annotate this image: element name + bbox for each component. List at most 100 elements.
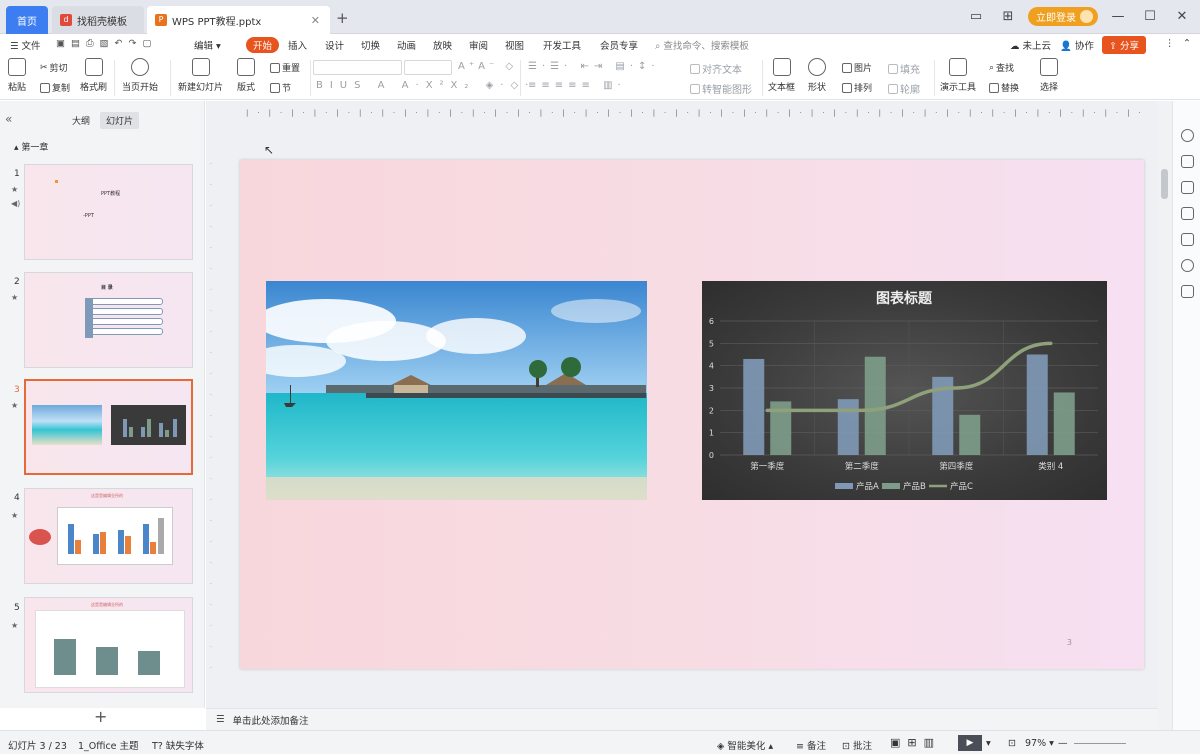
font-size-select[interactable] [404, 60, 452, 75]
menu-transition[interactable]: 切换 [361, 38, 380, 52]
close-tab-icon[interactable]: ✕ [311, 14, 320, 27]
slide-thumbnail-4[interactable]: 这是是编辑业所的 [24, 488, 193, 584]
arrange-button[interactable]: 排列 [842, 81, 872, 94]
slideshow-dropdown[interactable]: ▾ [986, 738, 991, 749]
tab-outline[interactable]: 大纲 [66, 112, 96, 129]
design-icon[interactable] [1181, 129, 1194, 142]
zoom-out-button[interactable]: — [1058, 738, 1068, 749]
tab-home[interactable]: 首页 [6, 6, 48, 34]
font-size-buttons[interactable]: A⁺A⁻ ◇ [458, 61, 517, 72]
menu-animation[interactable]: 动画 [397, 38, 416, 52]
slide-thumbnail-3[interactable] [24, 379, 193, 475]
menu-member[interactable]: 会员专享 [600, 38, 638, 52]
property-icon[interactable] [1181, 155, 1194, 168]
close-window-icon[interactable]: ✕ [1170, 9, 1194, 24]
beach-photo-art [266, 281, 647, 500]
view-mode-icons[interactable]: ▣⊞▥ [890, 736, 941, 749]
legend-label: 产品C [950, 481, 973, 492]
tab-slides[interactable]: 幻灯片 [100, 112, 140, 129]
menu-slideshow[interactable]: 放映 [433, 38, 452, 52]
list-buttons[interactable]: ☰·☰· ⇤⇥ ▤·↕· [528, 61, 660, 72]
textbox-button[interactable]: 文本框 [768, 58, 795, 93]
menu-insert[interactable]: 插入 [288, 38, 307, 52]
horizontal-ruler[interactable]: | · | · | · | · | · | · | · | · | · | · | · | · | · | · | · | · | · | · | · | ·… [242, 106, 1142, 120]
cut-button[interactable]: ✂ 剪切 [40, 61, 68, 75]
fit-window-icon[interactable]: ⊡ [1008, 738, 1016, 749]
menu-view[interactable]: 视图 [505, 38, 524, 52]
menu-design[interactable]: 设计 [325, 38, 344, 52]
zoom-slider[interactable] [1074, 743, 1126, 744]
format-painter-button[interactable]: 格式刷 [80, 58, 107, 93]
collapse-panel-icon[interactable]: « [5, 112, 12, 126]
play-slideshow-icon[interactable]: ▶ [958, 735, 982, 751]
menu-developer[interactable]: 开发工具 [543, 38, 581, 52]
book-icon[interactable] [1181, 285, 1194, 298]
reset-button[interactable]: 重置 [270, 61, 300, 74]
notes-toggle[interactable]: ≡ 备注 [796, 738, 826, 752]
new-tab-button[interactable]: + [336, 9, 349, 27]
slide-thumbnail-5[interactable]: 这是是编辑业所的 [24, 597, 193, 693]
menu-review[interactable]: 审阅 [469, 38, 488, 52]
login-button[interactable]: 立即登录 [1028, 6, 1098, 26]
tab-template[interactable]: d 找稻壳模板 [52, 6, 144, 34]
align-text-button[interactable]: 对齐文本 [690, 61, 742, 76]
beautify-button[interactable]: ◈ 智能美化 ▴ [717, 738, 773, 752]
add-slide-button[interactable]: + [94, 707, 107, 726]
scroll-thumb[interactable] [1161, 169, 1168, 199]
animation-star-icon: ★ [11, 185, 19, 194]
maximize-icon[interactable]: ☐ [1138, 9, 1162, 24]
zoom-level[interactable]: 97% ▾ [1025, 738, 1054, 749]
fill-button[interactable]: 填充 [888, 61, 920, 76]
paste-button[interactable]: 粘贴 [8, 58, 26, 93]
smartart-button[interactable]: 转智能图形 [690, 81, 752, 96]
minimize-icon[interactable]: — [1106, 9, 1130, 24]
theme-name[interactable]: 1_Office 主题 [78, 738, 139, 752]
cloud-status[interactable]: ☁ 未上云 [1010, 38, 1051, 52]
vertical-scrollbar[interactable] [1158, 101, 1172, 730]
tab-document[interactable]: P WPS PPT教程.pptx ✕ [147, 6, 330, 34]
file-menu[interactable]: ☰ 文件 [10, 38, 41, 52]
slide-canvas[interactable]: 图表标题 0 1 2 3 4 5 6 第一季度 第二季度 第四季度 类别 4 产品A 产品B 产品C 3 [240, 160, 1144, 669]
comments-toggle[interactable]: ⊡ 批注 [842, 738, 872, 752]
vertical-ruler[interactable]: ······························ [210, 161, 220, 681]
combo-chart[interactable]: 图表标题 0 1 2 3 4 5 6 第一季度 第二季度 第四季度 类别 4 产品A 产品B 产品C [702, 281, 1107, 500]
backup-icon[interactable] [1181, 233, 1194, 246]
animation-icon[interactable] [1181, 181, 1194, 194]
missing-fonts-button[interactable]: T? 缺失字体 [152, 738, 204, 752]
apps-grid-icon[interactable]: ⊞ [996, 9, 1020, 24]
select-button[interactable]: 选择 [1040, 58, 1058, 93]
replace-button[interactable]: 替换 [989, 81, 1019, 94]
copy-button[interactable]: 复制 [40, 81, 70, 94]
more-icon[interactable]: ⋮ [1165, 38, 1175, 49]
menu-start[interactable]: 开始 [246, 37, 280, 53]
shape-button[interactable]: 形状 [808, 58, 826, 93]
picture-button[interactable]: 图片 [842, 61, 872, 74]
slide-thumbnail-2[interactable]: 目 录 [24, 272, 193, 368]
layout-icon[interactable]: ▭ [964, 9, 988, 24]
beach-photo[interactable] [266, 281, 647, 500]
new-slide-label: 新建幻灯片 [178, 83, 224, 93]
find-button[interactable]: ⌕ 查找 [989, 61, 1014, 75]
collapse-ribbon-icon[interactable]: ⌃ [1183, 38, 1191, 49]
command-search[interactable]: ⌕ 查找命令、搜索模板 [655, 38, 749, 52]
font-family-select[interactable] [313, 60, 402, 75]
collab-button[interactable]: 👤 协作 [1060, 38, 1094, 52]
outline-button[interactable]: 轮廓 [888, 81, 920, 96]
paragraph-align-buttons[interactable]: ≡≡≡≡≡ ▥· [528, 80, 626, 91]
quick-access-icons[interactable]: ▣▤⎙▧↶↷▢ [56, 38, 157, 49]
section-header[interactable]: ▴ 第一章 [14, 140, 48, 153]
slide-thumbnail-1[interactable]: PPT教程 -PPT [24, 164, 193, 260]
new-slide-button[interactable]: 新建幻灯片 [178, 58, 223, 93]
thumb-chart [111, 405, 186, 445]
section-button[interactable]: 节 [270, 81, 291, 94]
location-icon[interactable] [1181, 259, 1194, 272]
font-style-buttons[interactable]: BIUS A A·X²X₂ ◈·◇· [316, 80, 535, 91]
layout-button[interactable]: 版式 [237, 58, 255, 93]
share-button[interactable]: ⇪ 分享 [1102, 36, 1146, 54]
notes-bar[interactable]: ☰ 单击此处添加备注 [206, 708, 1158, 730]
edit-menu[interactable]: 编辑 ▾ [194, 38, 221, 52]
from-current-button[interactable]: 当页开始 [122, 58, 158, 93]
transition-icon[interactable] [1181, 207, 1194, 220]
presentation-tools-button[interactable]: 演示工具 [940, 58, 976, 93]
picture-icon [842, 62, 852, 73]
